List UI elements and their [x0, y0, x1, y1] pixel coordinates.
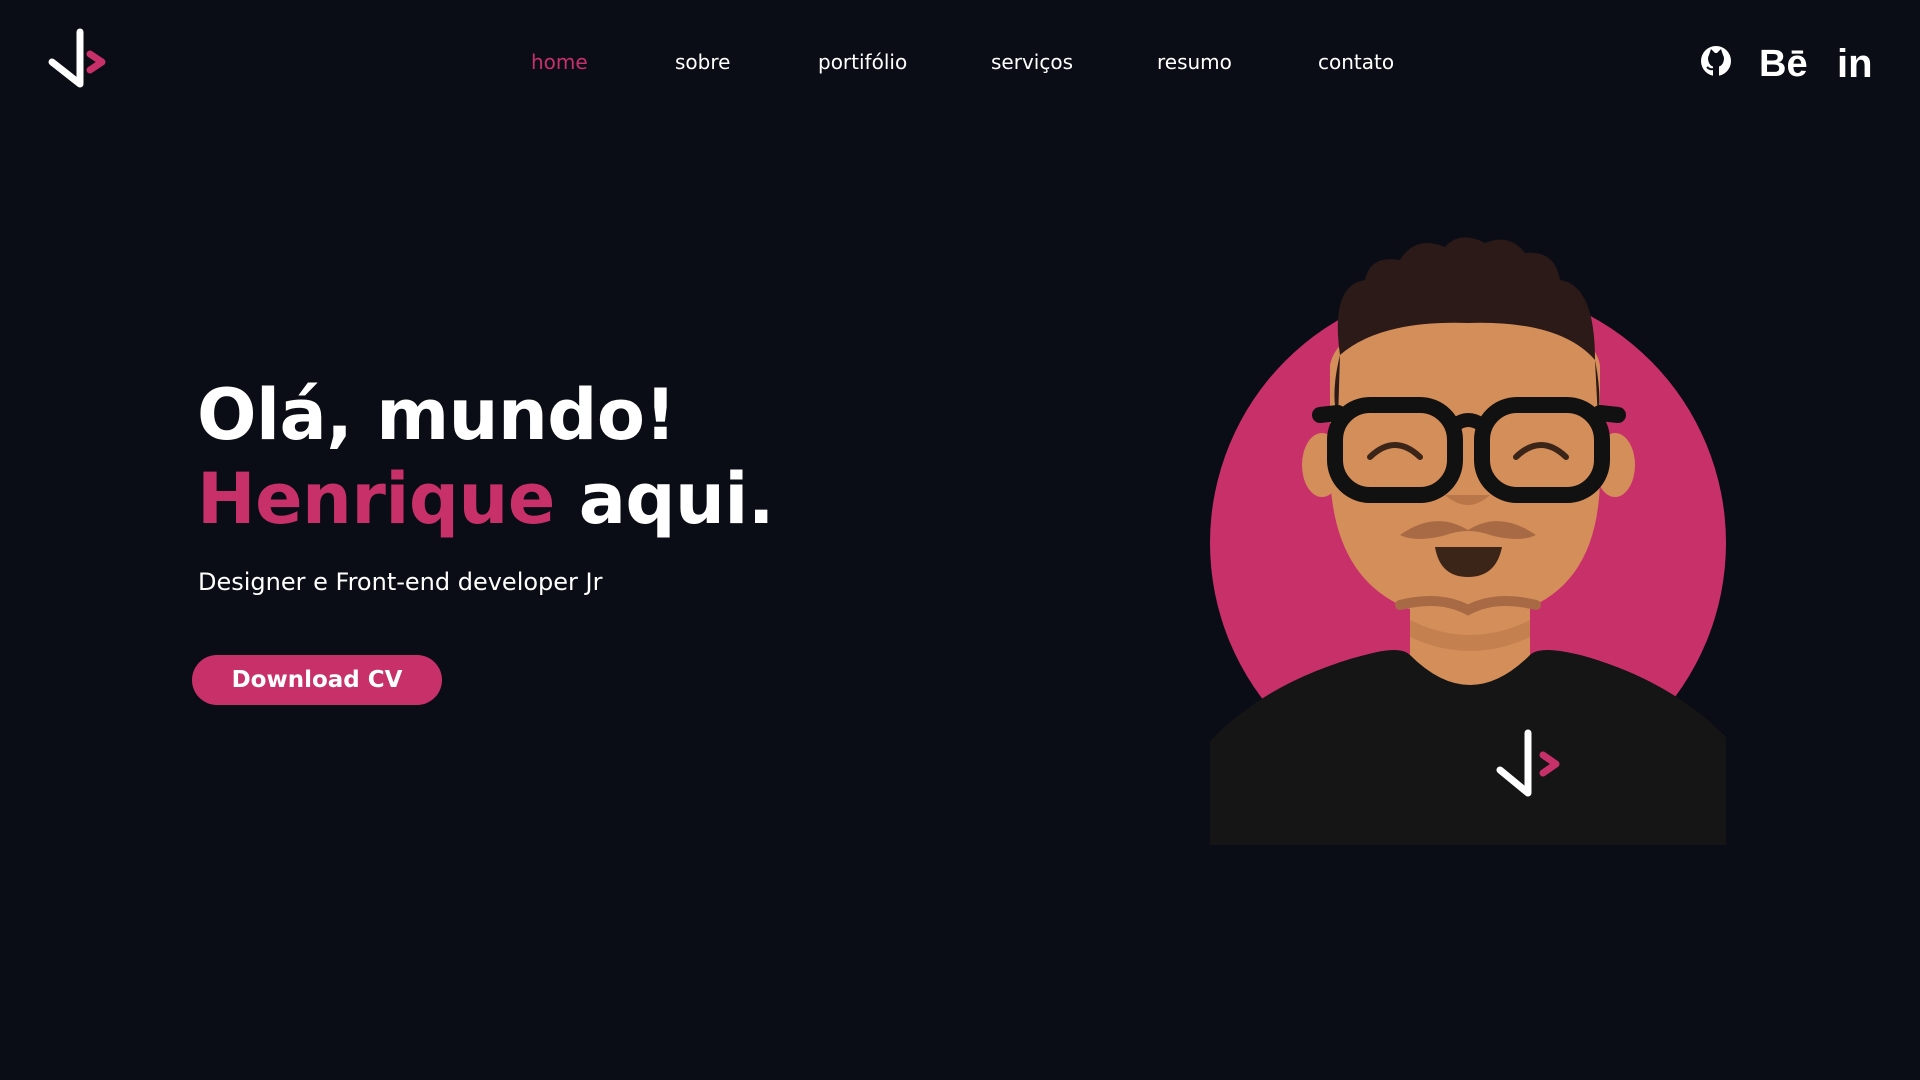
main-nav: home sobre portifólio serviços resumo co…	[0, 46, 1920, 78]
behance-link[interactable]: Bē	[1759, 36, 1811, 86]
nav-item-servicos[interactable]: serviços	[991, 46, 1073, 78]
svg-text:in: in	[1837, 42, 1873, 86]
linkedin-icon: in	[1837, 42, 1873, 86]
nav-item-contato[interactable]: contato	[1318, 46, 1394, 78]
svg-text:Bē: Bē	[1759, 43, 1808, 85]
nav-item-resumo[interactable]: resumo	[1157, 46, 1232, 78]
nav-item-home[interactable]: home	[531, 46, 588, 78]
github-link[interactable]	[1698, 36, 1734, 86]
nav-item-sobre[interactable]: sobre	[675, 46, 730, 78]
download-cv-button[interactable]: Download CV	[192, 655, 442, 705]
behance-icon: Bē	[1759, 43, 1808, 85]
hero-subtitle: Designer e Front-end developer Jr	[198, 568, 603, 596]
hero-name: Henrique	[197, 458, 555, 540]
page: home sobre portifólio serviços resumo co…	[0, 0, 1920, 1080]
developer-avatar-illustration	[1210, 237, 1726, 845]
nav-item-portfolio[interactable]: portifólio	[818, 46, 907, 78]
linkedin-link[interactable]: in	[1837, 36, 1877, 86]
hero-intro: Henrique aqui.	[197, 457, 774, 541]
github-icon	[1701, 46, 1731, 76]
hero-greeting: Olá, mundo!	[197, 374, 676, 456]
hero-name-suffix: aqui.	[554, 458, 775, 540]
